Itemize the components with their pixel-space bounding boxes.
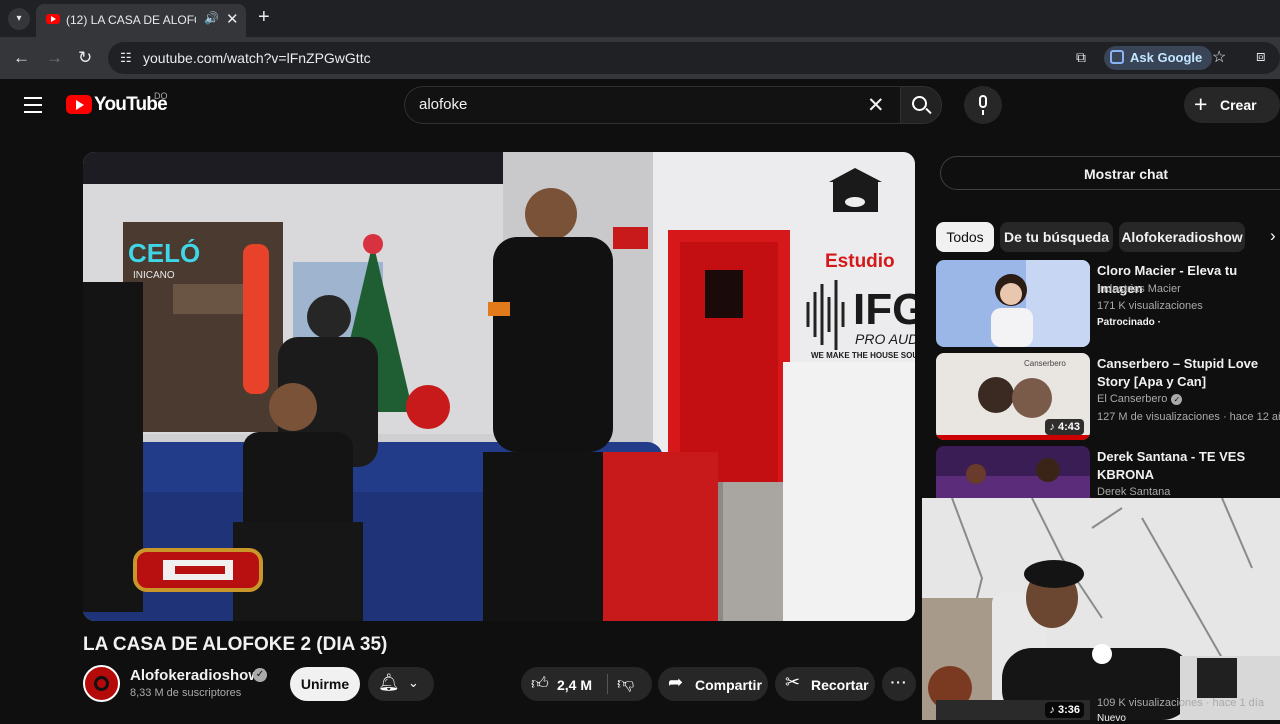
chevron-right-icon[interactable]: › bbox=[1270, 226, 1276, 246]
tab-title: (12) LA CASA DE ALOFOKE bbox=[66, 13, 196, 27]
menu-icon[interactable] bbox=[24, 97, 42, 118]
rec-meta: 109 K visualizaciones · hace 1 día bbox=[1097, 697, 1264, 709]
video-frame: CELÓ INICANO Estudio IFG PRO AUDIO WE MA… bbox=[83, 152, 915, 621]
clear-search-icon[interactable]: ✕ bbox=[867, 93, 885, 118]
create-button[interactable]: + Crear bbox=[1184, 87, 1280, 123]
site-info-icon[interactable]: ☷ bbox=[120, 50, 132, 66]
thumb-text: Canserbero bbox=[1024, 359, 1066, 368]
rec-meta: 127 M de visualizaciones · hace 12 años bbox=[1097, 411, 1280, 423]
list-item[interactable]: Canserbero ♪ 4:43 Canserbero – Stupid Lo… bbox=[936, 353, 1280, 443]
join-button[interactable]: Unirme bbox=[290, 667, 360, 701]
country-code: DO bbox=[154, 91, 168, 101]
webcam-overlay bbox=[922, 498, 1280, 720]
rec-channel[interactable]: El Canserbero ✓ bbox=[1097, 393, 1183, 405]
ifg-sign: IFG bbox=[853, 285, 915, 334]
reload-icon[interactable]: ↻ bbox=[78, 48, 92, 68]
video-thumbnail[interactable]: ♪ 3:36 bbox=[936, 700, 1090, 720]
list-item[interactable]: ♪ 3:36 109 K visualizaciones · hace 1 dí… bbox=[936, 697, 1280, 724]
youtube-favicon-icon bbox=[46, 14, 60, 24]
verified-check-icon: ✓ bbox=[1171, 394, 1183, 405]
chip-all[interactable]: Todos bbox=[936, 222, 994, 252]
more-actions-button[interactable]: ··· bbox=[882, 667, 916, 701]
create-label: Crear bbox=[1220, 97, 1257, 113]
tab-close-icon[interactable]: ✕ bbox=[226, 10, 239, 28]
rec-channel[interactable]: Industrias Macier bbox=[1097, 283, 1181, 295]
share-label: Compartir bbox=[695, 677, 762, 693]
voice-search-button[interactable] bbox=[964, 86, 1002, 124]
scissors-icon: ✂ bbox=[785, 672, 801, 692]
thumbs-up-icon[interactable]: 👍︎ bbox=[531, 673, 549, 694]
clip-label: Recortar bbox=[811, 677, 869, 693]
bookmark-star-icon[interactable]: ☆ bbox=[1212, 47, 1226, 67]
video-title: LA CASA DE ALOFOKE 2 (DIA 35) bbox=[83, 634, 388, 655]
search-query[interactable]: alofoke bbox=[419, 96, 467, 113]
ask-google-label: Ask Google bbox=[1130, 50, 1203, 65]
new-tab-button[interactable]: + bbox=[258, 6, 270, 29]
browser-toolbar: ← → ↻ ☷ youtube.com/watch?v=lFnZPGwGttc … bbox=[0, 37, 1280, 79]
notifications-button[interactable]: 🔔︎ ⌄ bbox=[368, 667, 434, 701]
pro-audio-sign: PRO AUDIO bbox=[855, 331, 915, 347]
like-dislike-group: 👍︎ 2,4 M 👎︎ bbox=[521, 667, 652, 701]
alofoke-logo-icon bbox=[94, 676, 109, 691]
tab-search-chevron-icon[interactable]: ▾ bbox=[8, 8, 30, 30]
list-item[interactable]: Derek Santana - TE VES KBRONA Derek Sant… bbox=[936, 446, 1280, 533]
new-badge: Nuevo bbox=[1097, 713, 1126, 724]
channel-name[interactable]: Alofokeradioshow bbox=[130, 667, 260, 684]
studio-sign: Estudio bbox=[825, 251, 895, 272]
youtube-logo-icon[interactable] bbox=[66, 95, 92, 114]
rec-meta: 171 K visualizaciones bbox=[1097, 300, 1203, 312]
duration-label: 4:43 bbox=[1057, 421, 1080, 433]
duration-label: 3:36 bbox=[1057, 704, 1080, 716]
microphone-icon bbox=[979, 95, 987, 108]
plus-icon: + bbox=[1194, 91, 1208, 117]
like-count[interactable]: 2,4 M bbox=[557, 677, 592, 693]
slogan-sign: WE MAKE THE HOUSE SOUND bbox=[811, 351, 915, 360]
sponsored-badge: Patrocinado · bbox=[1097, 317, 1161, 328]
install-app-icon[interactable]: ⧉ bbox=[1076, 49, 1086, 66]
chip-from-search[interactable]: De tu búsqueda bbox=[1000, 222, 1113, 252]
video-duration: ♪ 4:43 bbox=[1045, 419, 1084, 435]
address-bar[interactable]: ☷ youtube.com/watch?v=lFnZPGwGttc ⧉ Ask … bbox=[108, 42, 1280, 74]
brand-sign-sub: INICANO bbox=[133, 270, 175, 281]
chevron-down-icon: ⌄ bbox=[408, 675, 419, 690]
rec-channel[interactable]: Derek Santana bbox=[1097, 486, 1170, 498]
show-chat-label: Mostrar chat bbox=[1084, 166, 1169, 182]
extensions-icon[interactable]: ⧈ bbox=[1256, 48, 1266, 65]
subscriber-count: 8,33 M de suscriptores bbox=[130, 687, 242, 699]
clip-button[interactable]: ✂ Recortar bbox=[775, 667, 875, 701]
show-chat-button[interactable]: Mostrar chat bbox=[940, 156, 1280, 190]
search-input[interactable]: alofoke ✕ bbox=[404, 86, 900, 124]
browser-tabstrip: ▾ (12) LA CASA DE ALOFOKE 🔊 ✕ + bbox=[0, 0, 1280, 37]
forward-arrow-icon[interactable]: → bbox=[46, 48, 63, 68]
search-button[interactable] bbox=[900, 86, 942, 124]
ask-google-button[interactable]: Ask Google bbox=[1104, 46, 1213, 70]
video-player[interactable]: CELÓ INICANO Estudio IFG PRO AUDIO WE MA… bbox=[83, 152, 915, 621]
channel-avatar[interactable] bbox=[83, 665, 120, 702]
bell-icon: 🔔︎ bbox=[378, 673, 400, 692]
chip-channel[interactable]: Alofokeradioshow bbox=[1119, 222, 1245, 252]
thumbs-down-icon[interactable]: 👎︎ bbox=[617, 673, 634, 694]
google-lens-icon bbox=[1110, 50, 1124, 64]
share-arrow-icon: ➦ bbox=[668, 672, 684, 692]
like-divider bbox=[607, 674, 608, 694]
video-thumbnail[interactable] bbox=[936, 260, 1090, 347]
rec-title[interactable]: Canserbero – Stupid Love Story [Apa y Ca… bbox=[1097, 355, 1280, 391]
browser-tab-active[interactable]: (12) LA CASA DE ALOFOKE 🔊 ✕ bbox=[36, 4, 246, 37]
list-item[interactable]: Cloro Macier - Eleva tu Imagen Industria… bbox=[936, 260, 1280, 350]
share-button[interactable]: ➦ Compartir bbox=[658, 667, 768, 701]
url-text[interactable]: youtube.com/watch?v=lFnZPGwGttc bbox=[143, 50, 371, 66]
verified-check-icon: ✓ bbox=[253, 668, 267, 682]
video-thumbnail[interactable]: Canserbero ♪ 4:43 bbox=[936, 353, 1090, 440]
brand-sign-left: CELÓ bbox=[128, 238, 200, 268]
video-duration: ♪ 3:36 bbox=[1045, 702, 1084, 718]
rec-title[interactable]: Derek Santana - TE VES KBRONA bbox=[1097, 448, 1280, 484]
speaker-icon[interactable]: 🔊 bbox=[204, 11, 219, 25]
back-arrow-icon[interactable]: ← bbox=[13, 48, 30, 68]
